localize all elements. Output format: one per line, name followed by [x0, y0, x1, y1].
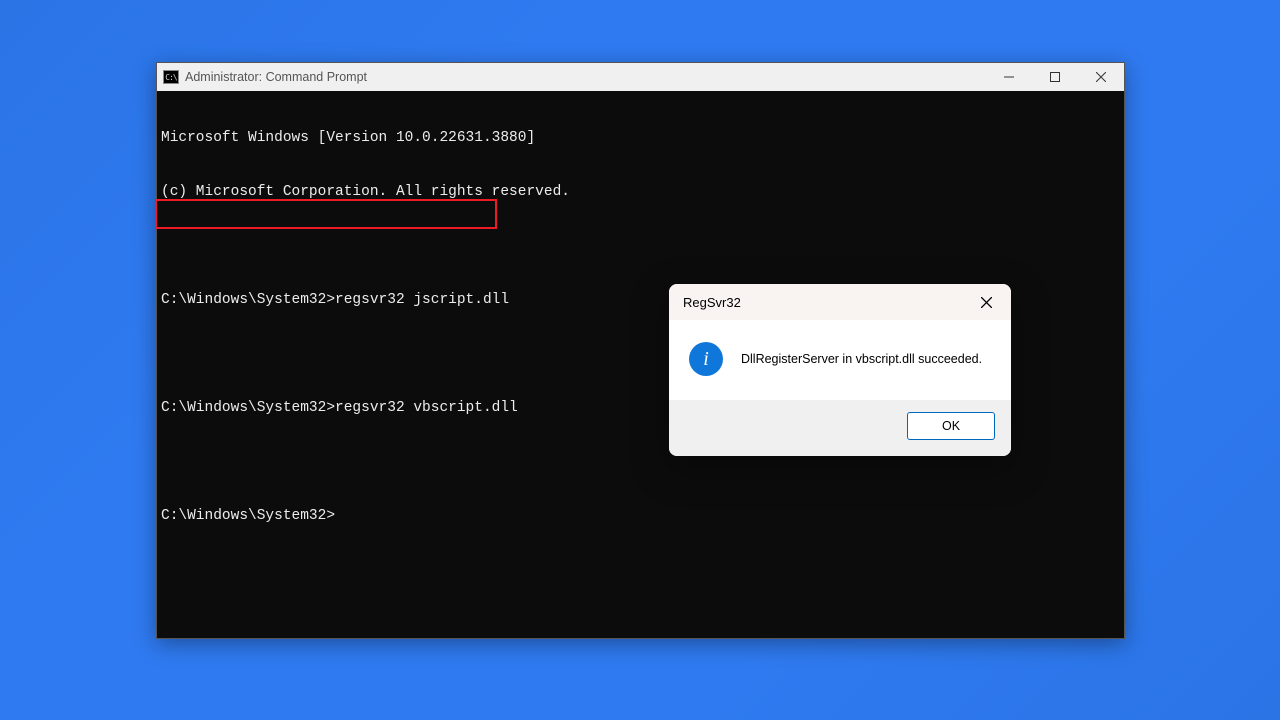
dialog-titlebar[interactable]: RegSvr32	[669, 284, 1011, 320]
dialog-message: DllRegisterServer in vbscript.dll succee…	[741, 352, 982, 366]
cmd-titlebar[interactable]: C:\ Administrator: Command Prompt	[157, 63, 1124, 91]
regsvr32-dialog: RegSvr32 i DllRegisterServer in vbscript…	[669, 284, 1011, 456]
cmd-window-title: Administrator: Command Prompt	[185, 70, 367, 84]
close-button[interactable]	[1078, 63, 1124, 91]
dialog-title: RegSvr32	[683, 295, 741, 310]
dialog-close-button[interactable]	[971, 287, 1001, 317]
highlight-annotation	[155, 199, 497, 229]
info-icon: i	[689, 342, 723, 376]
maximize-button[interactable]	[1032, 63, 1078, 91]
cmd-output-line: Microsoft Windows [Version 10.0.22631.38…	[157, 129, 1124, 147]
minimize-button[interactable]	[986, 63, 1032, 91]
dialog-body: i DllRegisterServer in vbscript.dll succ…	[669, 320, 1011, 400]
cmd-output-line: (c) Microsoft Corporation. All rights re…	[157, 183, 1124, 201]
cmd-app-icon: C:\	[163, 70, 179, 84]
dialog-button-row: OK	[669, 400, 1011, 456]
ok-button[interactable]: OK	[907, 412, 995, 440]
cmd-prompt-line: C:\Windows\System32>	[157, 507, 1124, 525]
